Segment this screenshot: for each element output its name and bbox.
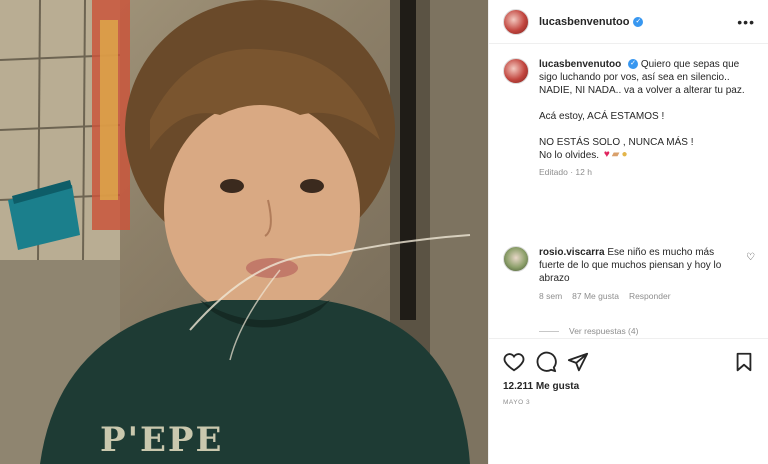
view-replies-button[interactable]: Ver respuestas (4) — [539, 326, 638, 336]
post-photo[interactable]: P'EPE — [0, 0, 488, 464]
heart-icon[interactable] — [503, 351, 525, 373]
comment-meta: 8 sem 87 Me gusta Responder — [539, 291, 755, 301]
comment-icon[interactable] — [535, 351, 557, 373]
header-username[interactable]: lucasbenvenutoo — [539, 16, 629, 28]
bandage-icon: ▰ — [611, 149, 620, 161]
post-caption: lucasbenvenutoo ✓ Quiero que sepas que s… — [503, 58, 755, 179]
comment-likes[interactable]: 87 Me gusta — [572, 291, 619, 301]
commenter-username[interactable]: rosio.viscarra — [539, 247, 605, 258]
comment-like-heart-icon[interactable]: ♡ — [746, 252, 755, 263]
post-header: lucasbenvenutoo ✓ ••• — [489, 0, 768, 44]
caption-verified-badge-icon: ✓ — [628, 59, 639, 70]
commenter-avatar[interactable] — [503, 246, 529, 272]
verified-badge-icon: ✓ — [633, 16, 644, 27]
comment-time: 8 sem — [539, 291, 563, 301]
caption-line-2: NADIE, NI NADA.. va a volver a alterar t… — [539, 85, 745, 96]
caption-edited-time: Editado · 12 h — [539, 167, 592, 177]
caption-line-5: No lo olvides. — [539, 150, 600, 161]
caption-username[interactable]: lucasbenvenutoo — [539, 59, 621, 70]
post-side-panel: lucasbenvenutoo ✓ ••• lucasbenvenutoo ✓ … — [488, 0, 768, 464]
post-actions: 12.211 Me gusta MAYO 3 — [489, 338, 768, 464]
sweater-print-text: P'EPE — [100, 420, 224, 460]
reply-button[interactable]: Responder — [629, 291, 671, 301]
replies-divider — [539, 330, 559, 332]
caption-line-4: NO ESTÁS SOLO , NUNCA MÁS ! — [539, 137, 694, 148]
red-heart-icon: ♥ — [603, 149, 610, 161]
comment-item: rosio.viscarra Ese niño es mucho más fue… — [503, 246, 755, 301]
bookmark-icon[interactable] — [733, 351, 755, 373]
share-icon[interactable] — [567, 351, 589, 373]
caption-line-5-wrap: No lo olvides. ♥ ▰ ● — [539, 149, 755, 162]
more-options-icon[interactable]: ••• — [737, 14, 755, 30]
child-photo-illustration — [0, 0, 488, 464]
flexed-biceps-icon: ● — [621, 149, 628, 161]
caption-avatar[interactable] — [503, 58, 529, 84]
view-replies-label: Ver respuestas (4) — [569, 326, 639, 336]
likes-count[interactable]: 12.211 Me gusta — [503, 381, 579, 392]
caption-line-3: Acá estoy, ACÁ ESTAMOS ! — [539, 111, 665, 122]
post-date: MAYO 3 — [503, 399, 531, 406]
avatar[interactable] — [503, 8, 529, 35]
